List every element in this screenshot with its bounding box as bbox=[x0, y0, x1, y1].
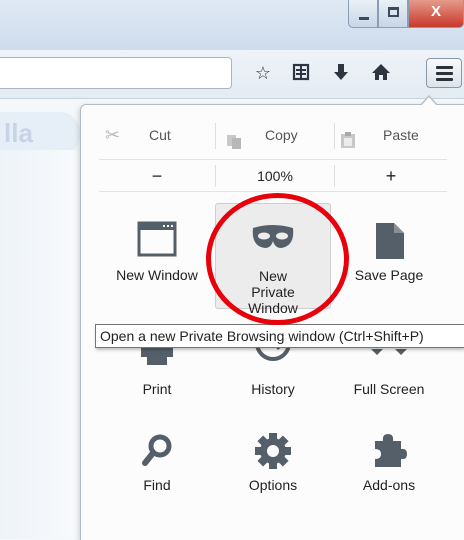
puzzle-piece-icon bbox=[331, 431, 447, 471]
find-button[interactable]: Find bbox=[99, 413, 215, 519]
url-bar[interactable] bbox=[0, 57, 232, 89]
history-label: History bbox=[251, 381, 295, 397]
print-label: Print bbox=[142, 381, 172, 397]
copy-label: Copy bbox=[265, 127, 298, 143]
zoom-out-button[interactable]: − bbox=[99, 160, 215, 192]
full-screen-label: Full Screen bbox=[353, 381, 425, 397]
tooltip: Open a new Private Browsing window (Ctrl… bbox=[95, 324, 464, 348]
star-icon[interactable]: ☆ bbox=[252, 62, 274, 84]
edit-controls: ✂ Cut Copy Paste bbox=[99, 119, 447, 153]
addons-label: Add-ons bbox=[362, 477, 416, 493]
options-label: Options bbox=[248, 477, 298, 493]
highlight-ring bbox=[206, 193, 349, 325]
nav-toolbar: ☆ bbox=[0, 50, 464, 99]
zoom-reset-button[interactable]: 100% bbox=[215, 160, 335, 192]
gear-icon bbox=[215, 431, 331, 471]
copy-button[interactable]: Copy bbox=[217, 119, 335, 153]
close-button[interactable]: X bbox=[408, 0, 464, 28]
paste-label: Paste bbox=[383, 127, 419, 143]
page-content bbox=[0, 150, 80, 539]
download-icon[interactable] bbox=[330, 62, 352, 84]
options-button[interactable]: Options bbox=[215, 413, 331, 519]
reading-list-icon[interactable] bbox=[290, 62, 312, 84]
menu-icon[interactable] bbox=[426, 58, 462, 88]
addons-button[interactable]: Add-ons bbox=[331, 413, 447, 519]
scissors-icon: ✂ bbox=[105, 125, 121, 145]
cut-label: Cut bbox=[149, 127, 171, 143]
cut-button[interactable]: ✂ Cut bbox=[99, 119, 211, 153]
copy-icon bbox=[227, 128, 243, 160]
find-label: Find bbox=[143, 477, 171, 493]
magnifier-icon bbox=[99, 431, 215, 471]
home-icon[interactable] bbox=[370, 62, 392, 84]
maximize-button[interactable] bbox=[378, 0, 408, 28]
zoom-controls: − 100% + bbox=[99, 159, 447, 192]
save-page-label: Save Page bbox=[354, 267, 424, 283]
new-window-label: New Window bbox=[116, 267, 198, 283]
window-icon bbox=[99, 221, 215, 261]
paste-button[interactable]: Paste bbox=[335, 119, 447, 153]
paste-icon bbox=[341, 127, 355, 159]
title-bar: X bbox=[0, 0, 464, 50]
zoom-in-button[interactable]: + bbox=[335, 160, 447, 192]
new-window-button[interactable]: New Window bbox=[99, 203, 215, 309]
minimize-button[interactable] bbox=[348, 0, 378, 28]
window-controls: X bbox=[348, 0, 464, 30]
